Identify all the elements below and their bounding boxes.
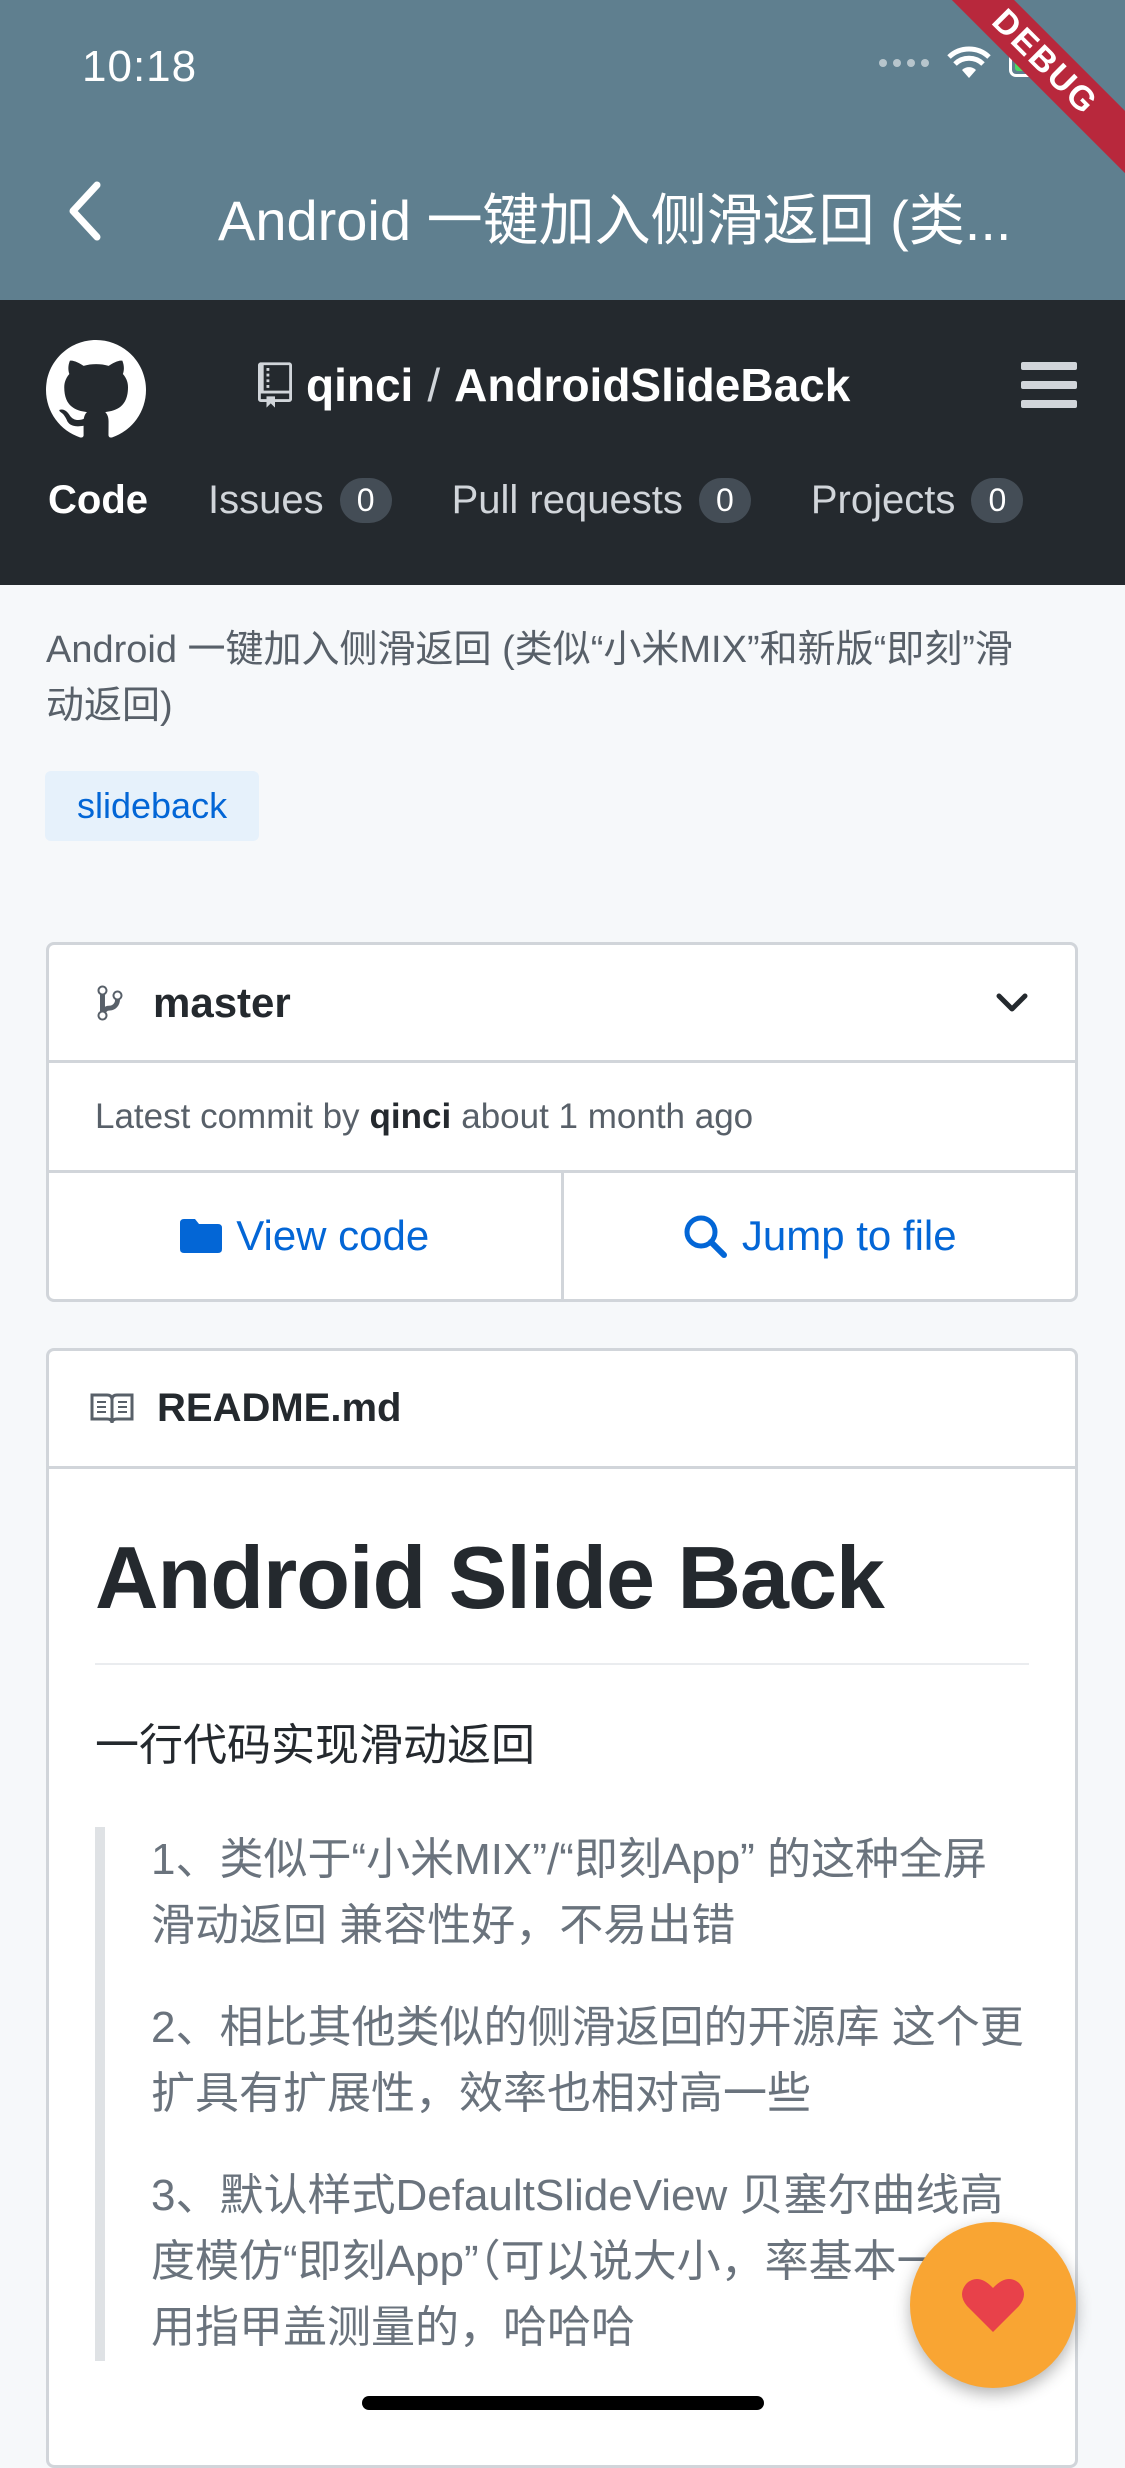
book-icon	[90, 1393, 134, 1423]
tab-pull-requests[interactable]: Pull requests 0	[452, 478, 751, 523]
status-time: 10:18	[82, 42, 198, 91]
chevron-down-icon	[996, 993, 1028, 1011]
search-icon	[684, 1215, 727, 1258]
repo-separator: /	[427, 359, 441, 411]
app-bar: 10:18 DEBUG Android 一键加入侧滑返回 (类...	[0, 0, 1125, 300]
latest-commit: Latest commit by qinci about 1 month ago	[49, 1063, 1075, 1173]
commit-author[interactable]: qinci	[370, 1097, 452, 1137]
quote-item: 2、相比其他类似的侧滑返回的开源库 这个更扩具有扩展性，效率也相对高一些	[151, 2003, 1024, 2118]
branch-selector[interactable]: master	[49, 945, 1075, 1063]
jump-to-file-label: Jump to file	[741, 1212, 957, 1259]
heart-icon	[962, 2279, 1024, 2332]
readme-heading: Android Slide Back	[95, 1527, 1029, 1665]
github-header: qinci / AndroidSlideBack Code Issues 0 P…	[0, 300, 1125, 585]
back-arrow-icon	[69, 181, 101, 241]
quote-item: 3、默认样式DefaultSlideView 贝塞尔曲线高度模仿“即刻App”（…	[151, 2171, 1029, 2352]
signal-icon	[879, 59, 929, 67]
repo-name[interactable]: AndroidSlideBack	[454, 358, 850, 412]
tab-issues[interactable]: Issues 0	[208, 478, 392, 523]
jump-to-file-button[interactable]: Jump to file	[560, 1173, 1076, 1299]
branch-name: master	[153, 978, 291, 1026]
repo-path[interactable]: qinci / AndroidSlideBack	[258, 358, 850, 412]
branch-panel: master Latest commit by qinci about 1 mo…	[46, 942, 1078, 1302]
readme-blockquote: 1、类似于“小米MIX”/“即刻App” 的这种全屏滑动返回 兼容性好，不易出错…	[95, 1827, 1029, 2361]
tab-projects[interactable]: Projects 0	[811, 478, 1024, 523]
branch-icon	[97, 985, 123, 1020]
repo-description: Android 一键加入侧滑返回 (类似“小米MIX”和新版“即刻”滑动返回)	[46, 629, 1013, 727]
home-indicator	[362, 2396, 764, 2410]
view-code-label: View code	[236, 1212, 430, 1259]
issues-count-badge: 0	[339, 478, 392, 523]
favorite-fab[interactable]	[910, 2222, 1076, 2388]
folder-icon	[180, 1219, 223, 1253]
code-actions: View code Jump to file	[49, 1173, 1075, 1299]
pull-requests-count-badge: 0	[698, 478, 751, 523]
projects-count-badge: 0	[971, 478, 1024, 523]
repo-tabs: Code Issues 0 Pull requests 0 Projects 0	[48, 478, 1024, 523]
commit-time: about 1 month ago	[461, 1096, 754, 1136]
view-code-button[interactable]: View code	[49, 1173, 561, 1299]
tab-label: Pull requests	[451, 478, 683, 522]
readme-filename: README.md	[157, 1386, 402, 1430]
readme-content: Android Slide Back 一行代码实现滑动返回 1、类似于“小米MI…	[49, 1527, 1075, 2361]
back-button[interactable]	[50, 176, 120, 246]
tab-label: Projects	[810, 478, 956, 522]
github-logo-icon[interactable]	[46, 340, 146, 440]
menu-icon[interactable]	[1021, 362, 1077, 408]
topic-tag[interactable]: slideback	[45, 771, 260, 841]
debug-banner: DEBUG	[923, 0, 1125, 184]
repo-owner[interactable]: qinci	[306, 358, 413, 412]
tab-code[interactable]: Code	[48, 478, 148, 523]
tab-label: Issues	[208, 478, 324, 522]
readme-header: README.md	[49, 1351, 1075, 1469]
wifi-icon	[947, 46, 991, 78]
page-title: Android 一键加入侧滑返回 (类...	[218, 189, 1012, 252]
repo-icon	[258, 362, 292, 408]
quote-item: 1、类似于“小米MIX”/“即刻App” 的这种全屏滑动返回 兼容性好，不易出错	[151, 1835, 988, 1950]
tab-label: Code	[48, 478, 148, 522]
readme-intro: 一行代码实现滑动返回	[95, 1721, 535, 1770]
commit-prefix: Latest commit by	[95, 1096, 360, 1136]
